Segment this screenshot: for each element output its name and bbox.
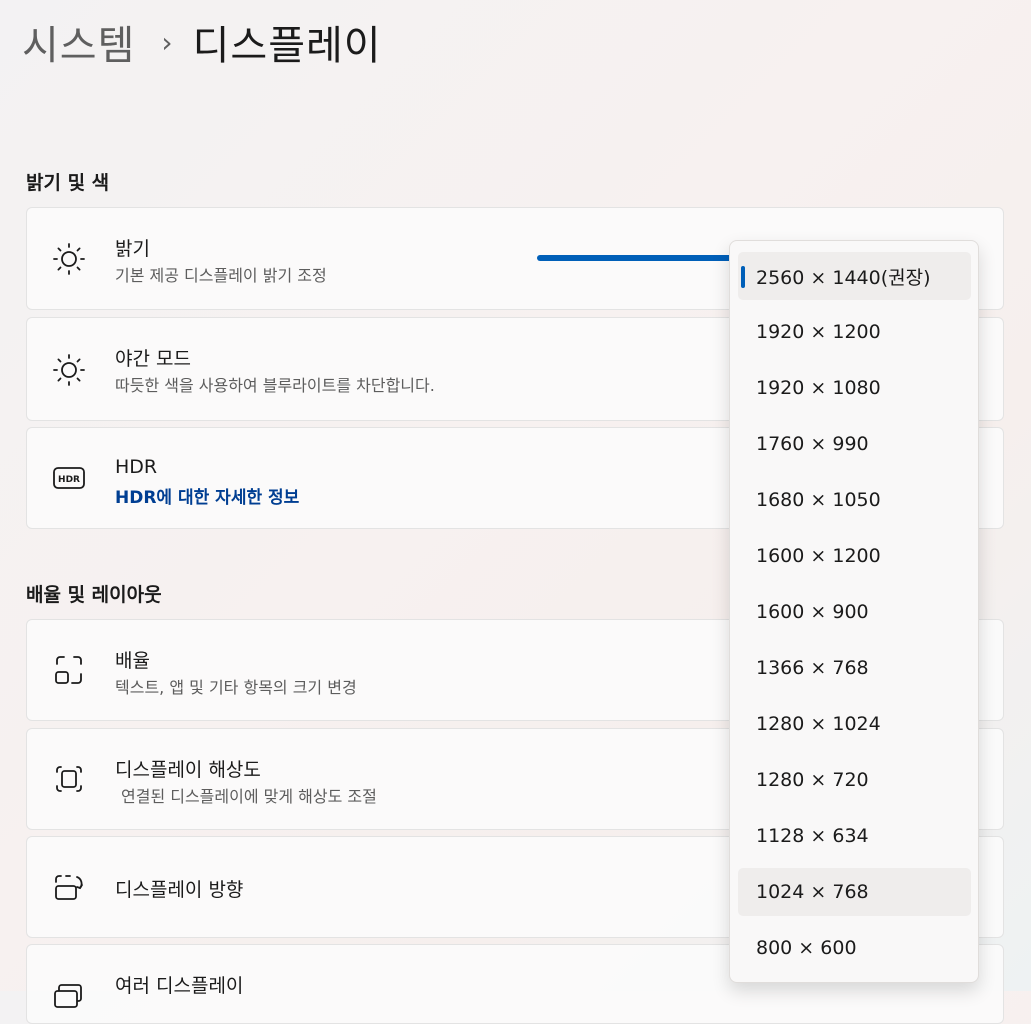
resolution-option[interactable]: 800 × 600 [738,924,971,972]
breadcrumb-system-link[interactable]: 시스템 [22,13,135,71]
brightness-title: 밝기 [115,238,150,260]
resolution-option[interactable]: 1920 × 1200 [738,308,971,356]
page-title: 디스플레이 [192,23,382,69]
scale-icon [51,652,87,688]
sun-icon [51,241,87,277]
resolution-subtitle: 연결된 디스플레이에 맞게 해상도 조절 [121,787,377,806]
multiple-displays-title: 여러 디스플레이 [115,975,244,997]
multiple-displays-icon [51,979,87,1015]
resolution-option[interactable]: 1600 × 900 [738,588,971,636]
resolution-option-label: 1760 × 990 [756,433,869,455]
resolution-option-label: 1600 × 900 [756,601,869,623]
section-title-brightness-color: 밝기 및 색 [26,172,110,194]
resolution-option-label: 1920 × 1200 [756,321,881,343]
resolution-option[interactable]: 1024 × 768 [738,868,971,916]
resolution-option-label: 800 × 600 [756,937,857,959]
resolution-option[interactable]: 1280 × 720 [738,756,971,804]
resolution-option-label: 2560 × 1440(권장) [756,266,931,289]
resolution-option[interactable]: 1760 × 990 [738,420,971,468]
night-light-subtitle: 따듯한 색을 사용하여 블루라이트를 차단합니다. [115,376,435,395]
scale-title: 배율 [115,650,150,672]
breadcrumb: 시스템 › 디스플레이 [22,14,382,70]
orientation-title: 디스플레이 방향 [115,879,244,901]
resolution-option-label: 1366 × 768 [756,657,869,679]
scale-subtitle: 텍스트, 앱 및 기타 항목의 크기 변경 [115,678,357,697]
selected-indicator [741,266,745,288]
svg-text:HDR: HDR [58,475,80,485]
resolution-icon [51,761,87,797]
resolution-option-label: 1600 × 1200 [756,545,881,567]
hdr-learn-more-link[interactable]: HDR에 대한 자세한 정보 [115,483,299,508]
resolution-option[interactable]: 2560 × 1440(권장) [738,252,971,300]
chevron-right-icon: › [161,25,173,59]
resolution-dropdown-list[interactable]: 2560 × 1440(권장) 1920 × 1200 1920 × 1080 176… [729,240,979,983]
resolution-option[interactable]: 1128 × 634 [738,812,971,860]
resolution-option-label: 1024 × 768 [756,881,869,903]
resolution-option-label: 1280 × 1024 [756,713,881,735]
resolution-option[interactable]: 1600 × 1200 [738,532,971,580]
brightness-slider[interactable] [537,255,757,261]
resolution-option-label: 1280 × 720 [756,769,869,791]
brightness-subtitle: 기본 제공 디스플레이 밝기 조정 [115,266,327,285]
resolution-option[interactable]: 1680 × 1050 [738,476,971,524]
section-title-scale-layout: 배율 및 레이아웃 [26,584,162,606]
orientation-icon [51,869,87,905]
resolution-option-label: 1128 × 634 [756,825,869,847]
night-light-icon [51,352,87,388]
night-light-title: 야간 모드 [115,348,191,370]
resolution-option[interactable]: 1280 × 1024 [738,700,971,748]
resolution-option-label: 1680 × 1050 [756,489,881,511]
hdr-icon: HDR [51,460,87,496]
resolution-title: 디스플레이 해상도 [115,759,261,781]
resolution-option-label: 1920 × 1080 [756,377,881,399]
hdr-title: HDR [115,456,158,478]
resolution-option[interactable]: 1920 × 1080 [738,364,971,412]
resolution-option[interactable]: 1366 × 768 [738,644,971,692]
